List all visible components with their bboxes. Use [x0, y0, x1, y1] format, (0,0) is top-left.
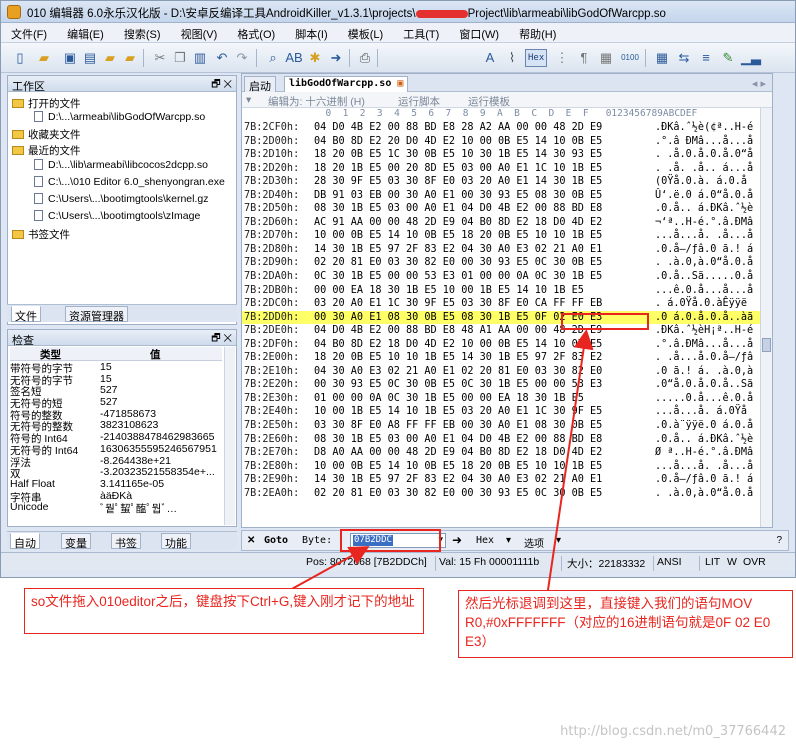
note-left: so文件拖入010editor之后，键盘按下Ctrl+G,键入刚才记下的地址: [24, 588, 424, 634]
note-right: 然后光标退调到这里，直接键入我们的语句MOV R0,#0xFFFFFFF（对应的…: [458, 590, 793, 658]
watermark: http://blog.csdn.net/m0_37766442: [560, 724, 786, 739]
arrow-to-goto: [289, 546, 370, 591]
arrow-to-bytes: [547, 329, 594, 591]
